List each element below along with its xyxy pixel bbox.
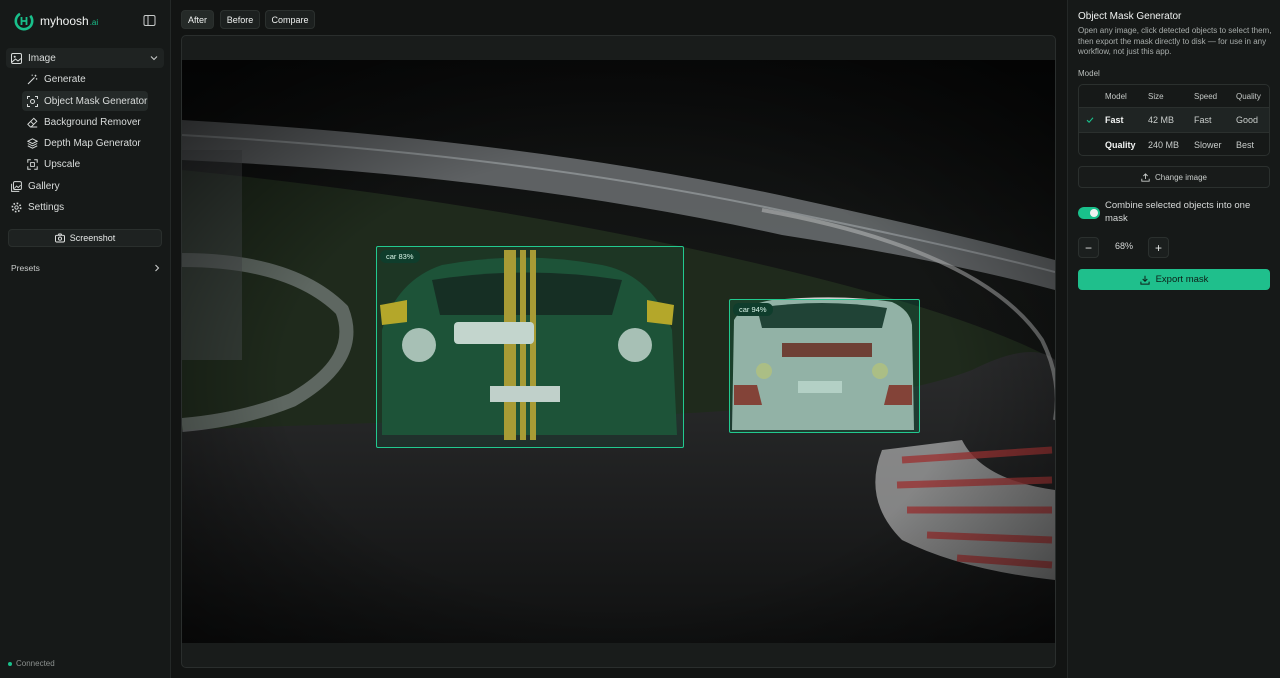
model-table: Model Size Speed Quality Fast 42 MB Fast… <box>1078 84 1270 156</box>
brand[interactable]: myhoosh.ai <box>14 11 98 31</box>
image-icon <box>11 52 22 64</box>
tool-panel: Object Mask Generator Open any image, cl… <box>1067 0 1280 678</box>
connection-status: Connected <box>8 659 55 668</box>
sidebar-item-object-mask-generator[interactable]: Object Mask Generator <box>22 91 148 111</box>
sidebar-item-label: Background Remover <box>44 116 141 128</box>
model-section-label: Model <box>1078 69 1100 78</box>
status-text: Connected <box>16 659 55 668</box>
layers-icon <box>27 137 38 149</box>
sidebar-item-label: Object Mask Generator <box>44 95 148 107</box>
tab-before[interactable]: Before <box>220 10 260 29</box>
model-name: Quality <box>1105 139 1136 150</box>
eraser-icon <box>27 117 38 127</box>
download-icon <box>1139 275 1150 285</box>
header-model: Model <box>1105 91 1127 101</box>
model-table-header: Model Size Speed Quality <box>1079 85 1269 107</box>
check-icon <box>1086 117 1094 123</box>
threshold-value: 68% <box>1114 241 1133 251</box>
change-image-label: Change image <box>1154 172 1208 182</box>
model-name: Fast <box>1105 115 1124 125</box>
expand-icon <box>27 158 38 170</box>
header-quality: Quality <box>1236 91 1261 101</box>
model-speed: Fast <box>1194 115 1212 125</box>
sidebar-item-label: Generate <box>44 73 86 85</box>
model-speed: Slower <box>1194 139 1222 150</box>
sidebar: myhoosh.ai Image Generate Object Mask Ge… <box>0 0 171 678</box>
screenshot-label: Screenshot <box>69 233 116 243</box>
wand-icon <box>27 74 38 84</box>
myhoosh-logo-icon <box>14 11 34 31</box>
sidebar-item-settings[interactable]: Settings <box>6 197 164 217</box>
chevron-right-icon <box>155 264 160 272</box>
gallery-icon <box>11 180 22 192</box>
panel-title: Object Mask Generator <box>1078 11 1182 22</box>
brand-name: myhoosh.ai <box>40 14 99 28</box>
model-size: 42 MB <box>1148 115 1175 125</box>
toggle-knob <box>1090 209 1098 217</box>
combine-toggle[interactable] <box>1078 207 1100 219</box>
sidebar-item-label: Upscale <box>44 158 81 170</box>
model-row-quality[interactable]: Quality 240 MB Slower Best <box>1079 132 1269 155</box>
model-row-fast[interactable]: Fast 42 MB Fast Good <box>1079 107 1269 132</box>
sidebar-item-generate[interactable]: Generate <box>22 69 148 89</box>
status-dot <box>8 661 12 666</box>
export-mask-button[interactable]: Export mask <box>1078 269 1270 290</box>
sidebar-toggle-icon[interactable] <box>143 14 156 27</box>
model-size: 240 MB <box>1148 139 1180 150</box>
gear-icon <box>11 202 22 212</box>
decrease-button[interactable]: − <box>1078 237 1099 258</box>
detection-box-car-2[interactable]: car 94% <box>729 299 920 433</box>
presets-toggle[interactable]: Presets <box>11 263 161 273</box>
upload-icon <box>1141 172 1150 182</box>
sidebar-item-image[interactable]: Image <box>6 48 164 68</box>
panel-description: Open any image, click detected objects t… <box>1078 26 1272 56</box>
sidebar-item-upscale[interactable]: Upscale <box>22 154 148 174</box>
screenshot-button[interactable]: Screenshot <box>8 229 162 247</box>
sidebar-item-label: Image <box>28 52 56 64</box>
sidebar-item-label: Gallery <box>28 180 60 192</box>
presets-label: Presets <box>11 263 40 273</box>
header-size: Size <box>1148 91 1164 101</box>
detection-box-car-1[interactable]: car 83% <box>376 246 684 448</box>
combine-label: Combine selected objects into one mask <box>1105 200 1251 224</box>
detection-label: car 94% <box>733 303 773 316</box>
app-window: myhoosh.ai Image Generate Object Mask Ge… <box>0 0 1280 678</box>
sidebar-item-label: Depth Map Generator <box>44 137 141 149</box>
chevron-down-icon[interactable] <box>150 54 158 62</box>
sidebar-item-depth-map-generator[interactable]: Depth Map Generator <box>22 133 148 153</box>
scan-object-icon <box>27 95 38 107</box>
increase-button[interactable]: + <box>1148 237 1169 258</box>
export-mask-label: Export mask <box>1155 274 1209 285</box>
model-quality: Best <box>1236 139 1255 150</box>
sidebar-item-background-remover[interactable]: Background Remover <box>22 112 148 132</box>
camera-icon <box>54 233 65 243</box>
sidebar-item-label: Settings <box>28 201 65 213</box>
header-speed: Speed <box>1194 91 1218 101</box>
sidebar-item-gallery[interactable]: Gallery <box>6 176 164 196</box>
tab-compare[interactable]: Compare <box>265 10 315 29</box>
image-canvas[interactable]: car 83% car 94% <box>181 35 1056 668</box>
model-quality: Good <box>1236 115 1259 125</box>
tab-after[interactable]: After <box>181 10 214 29</box>
change-image-button[interactable]: Change image <box>1078 166 1270 188</box>
detection-label: car 83% <box>380 250 420 263</box>
